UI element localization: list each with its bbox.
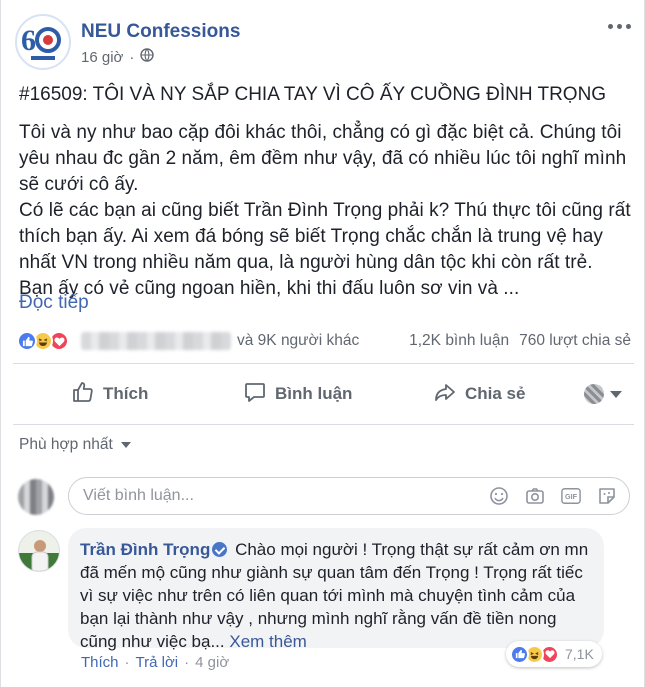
input-tools: GIF xyxy=(489,486,617,506)
globe-icon[interactable] xyxy=(140,48,155,66)
gif-icon[interactable]: GIF xyxy=(561,486,581,506)
post-time[interactable]: 16 giờ xyxy=(81,49,123,66)
blurred-names xyxy=(81,332,231,350)
svg-text:GIF: GIF xyxy=(565,492,578,501)
comment-label: Bình luận xyxy=(275,384,353,403)
comment-button[interactable]: Bình luận xyxy=(243,380,352,408)
chevron-down-icon xyxy=(610,390,622,398)
share-label: Chia sẻ xyxy=(465,384,526,403)
comment-sort-dropdown[interactable]: Phù hợp nhất xyxy=(19,436,131,454)
like-reaction-icon xyxy=(17,331,37,351)
post-card: 6 NEU Confessions 16 giờ · #16509: TÔI V… xyxy=(0,0,645,687)
comment-input[interactable] xyxy=(83,487,463,505)
engagement-counts: 1,2K bình luận 760 lượt chia sẻ xyxy=(409,332,631,350)
comment-bubble-icon xyxy=(243,380,267,409)
like-reaction-icon xyxy=(510,644,529,664)
commenter-avatar[interactable] xyxy=(18,530,60,572)
others-count[interactable]: và 9K người khác xyxy=(237,332,359,350)
read-more-link[interactable]: Đọc tiếp xyxy=(19,292,89,314)
post-paragraph-1: Tôi và ny như bao cặp đôi khác thôi, chẳ… xyxy=(19,122,627,195)
reaction-icons[interactable] xyxy=(17,331,69,351)
divider xyxy=(13,363,634,364)
see-more-link[interactable]: Xem thêm xyxy=(229,632,306,651)
comment-actions: Thích · Trả lời · 4 giờ xyxy=(81,654,229,671)
comment-time[interactable]: 4 giờ xyxy=(195,654,229,671)
page-avatar[interactable]: 6 xyxy=(15,14,71,70)
comment-bubble: Trần Đình Trọng Chào mọi người ! Trọng t… xyxy=(68,528,604,651)
post-meta: 16 giờ · xyxy=(81,48,155,66)
reactions-summary: và 9K người khác 1,2K bình luận 760 lượt… xyxy=(17,330,631,352)
sticker-icon[interactable] xyxy=(597,486,617,506)
comment-reaction-count: 7,1K xyxy=(565,646,594,662)
separator: · xyxy=(184,654,190,671)
comment-body: Trần Đình Trọng Chào mọi người ! Trọng t… xyxy=(80,538,590,653)
separator: · xyxy=(124,654,130,671)
comment-reply-link[interactable]: Trả lời xyxy=(136,654,179,671)
svg-text:6: 6 xyxy=(21,24,36,57)
emoji-icon[interactable] xyxy=(489,486,509,506)
divider xyxy=(13,424,634,425)
neu-60-logo: 6 xyxy=(21,24,61,60)
viewer-avatar xyxy=(584,384,604,404)
current-user-avatar xyxy=(18,479,54,515)
post-title: #16509: TÔI VÀ NY SẮP CHIA TAY VÌ CÔ ẤY … xyxy=(19,84,607,105)
more-options-icon[interactable] xyxy=(608,18,632,34)
comments-count[interactable]: 1,2K bình luận xyxy=(409,332,509,350)
chevron-down-icon xyxy=(120,442,131,448)
share-button[interactable]: Chia sẻ xyxy=(433,380,525,408)
comment-input-box[interactable]: GIF xyxy=(68,477,630,515)
shares-count[interactable]: 760 lượt chia sẻ xyxy=(519,332,631,350)
like-button[interactable]: Thích xyxy=(71,380,148,408)
separator: · xyxy=(129,48,135,66)
page-name[interactable]: NEU Confessions xyxy=(81,21,240,43)
verified-badge-icon xyxy=(212,542,228,557)
sort-label: Phù hợp nhất xyxy=(19,436,113,453)
thumbs-up-icon xyxy=(71,380,95,409)
like-label: Thích xyxy=(103,384,149,403)
post-paragraph-2: Có lẽ các bạn ai cũng biết Trần Đình Trọ… xyxy=(19,200,631,299)
comment-like-link[interactable]: Thích xyxy=(81,654,119,671)
post-as-selector[interactable] xyxy=(584,384,622,404)
comment-author[interactable]: Trần Đình Trọng xyxy=(80,540,210,559)
comment-reactions[interactable]: 7,1K xyxy=(506,641,602,667)
camera-icon[interactable] xyxy=(525,486,545,506)
share-arrow-icon xyxy=(433,380,457,409)
